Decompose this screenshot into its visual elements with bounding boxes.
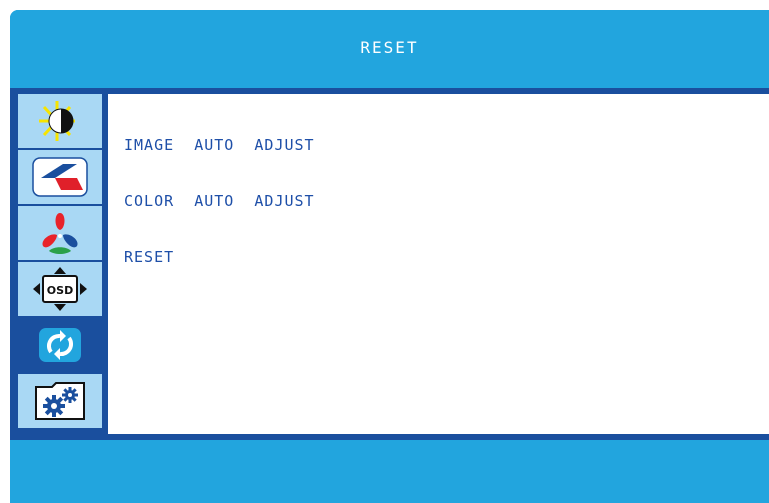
sidebar-item-brightness[interactable] [18,94,102,148]
svg-text:OSD: OSD [47,284,73,297]
main-frame: OSD IMAGE AUTO ADJUST COLOR AUTO ADJUST … [10,88,769,440]
reset-icon [39,328,81,362]
sidebar-item-osd[interactable]: OSD [18,262,102,316]
sidebar-item-color[interactable] [18,206,102,260]
misc-settings-icon [35,382,85,420]
sidebar-item-reset[interactable] [18,318,102,372]
osd-window: RESET OSD IMAGE AUTO ADJUST COLOR AUTO A… [10,10,769,503]
brightness-contrast-icon [39,101,75,141]
sidebar: OSD [16,94,102,434]
sidebar-item-image[interactable] [18,150,102,204]
color-icon [42,213,78,254]
menu-panel: IMAGE AUTO ADJUST COLOR AUTO ADJUST RESE… [108,94,769,434]
footer-bar [10,440,769,503]
page-title: RESET [360,38,419,57]
osd-settings-icon: OSD [33,267,87,311]
title-bar: RESET [10,10,769,88]
menu-item-color-auto-adjust[interactable]: COLOR AUTO ADJUST [124,192,315,210]
menu-item-reset[interactable]: RESET [124,248,174,266]
image-geometry-icon [32,157,88,197]
sidebar-item-settings[interactable] [18,374,102,428]
menu-item-image-auto-adjust[interactable]: IMAGE AUTO ADJUST [124,136,315,154]
